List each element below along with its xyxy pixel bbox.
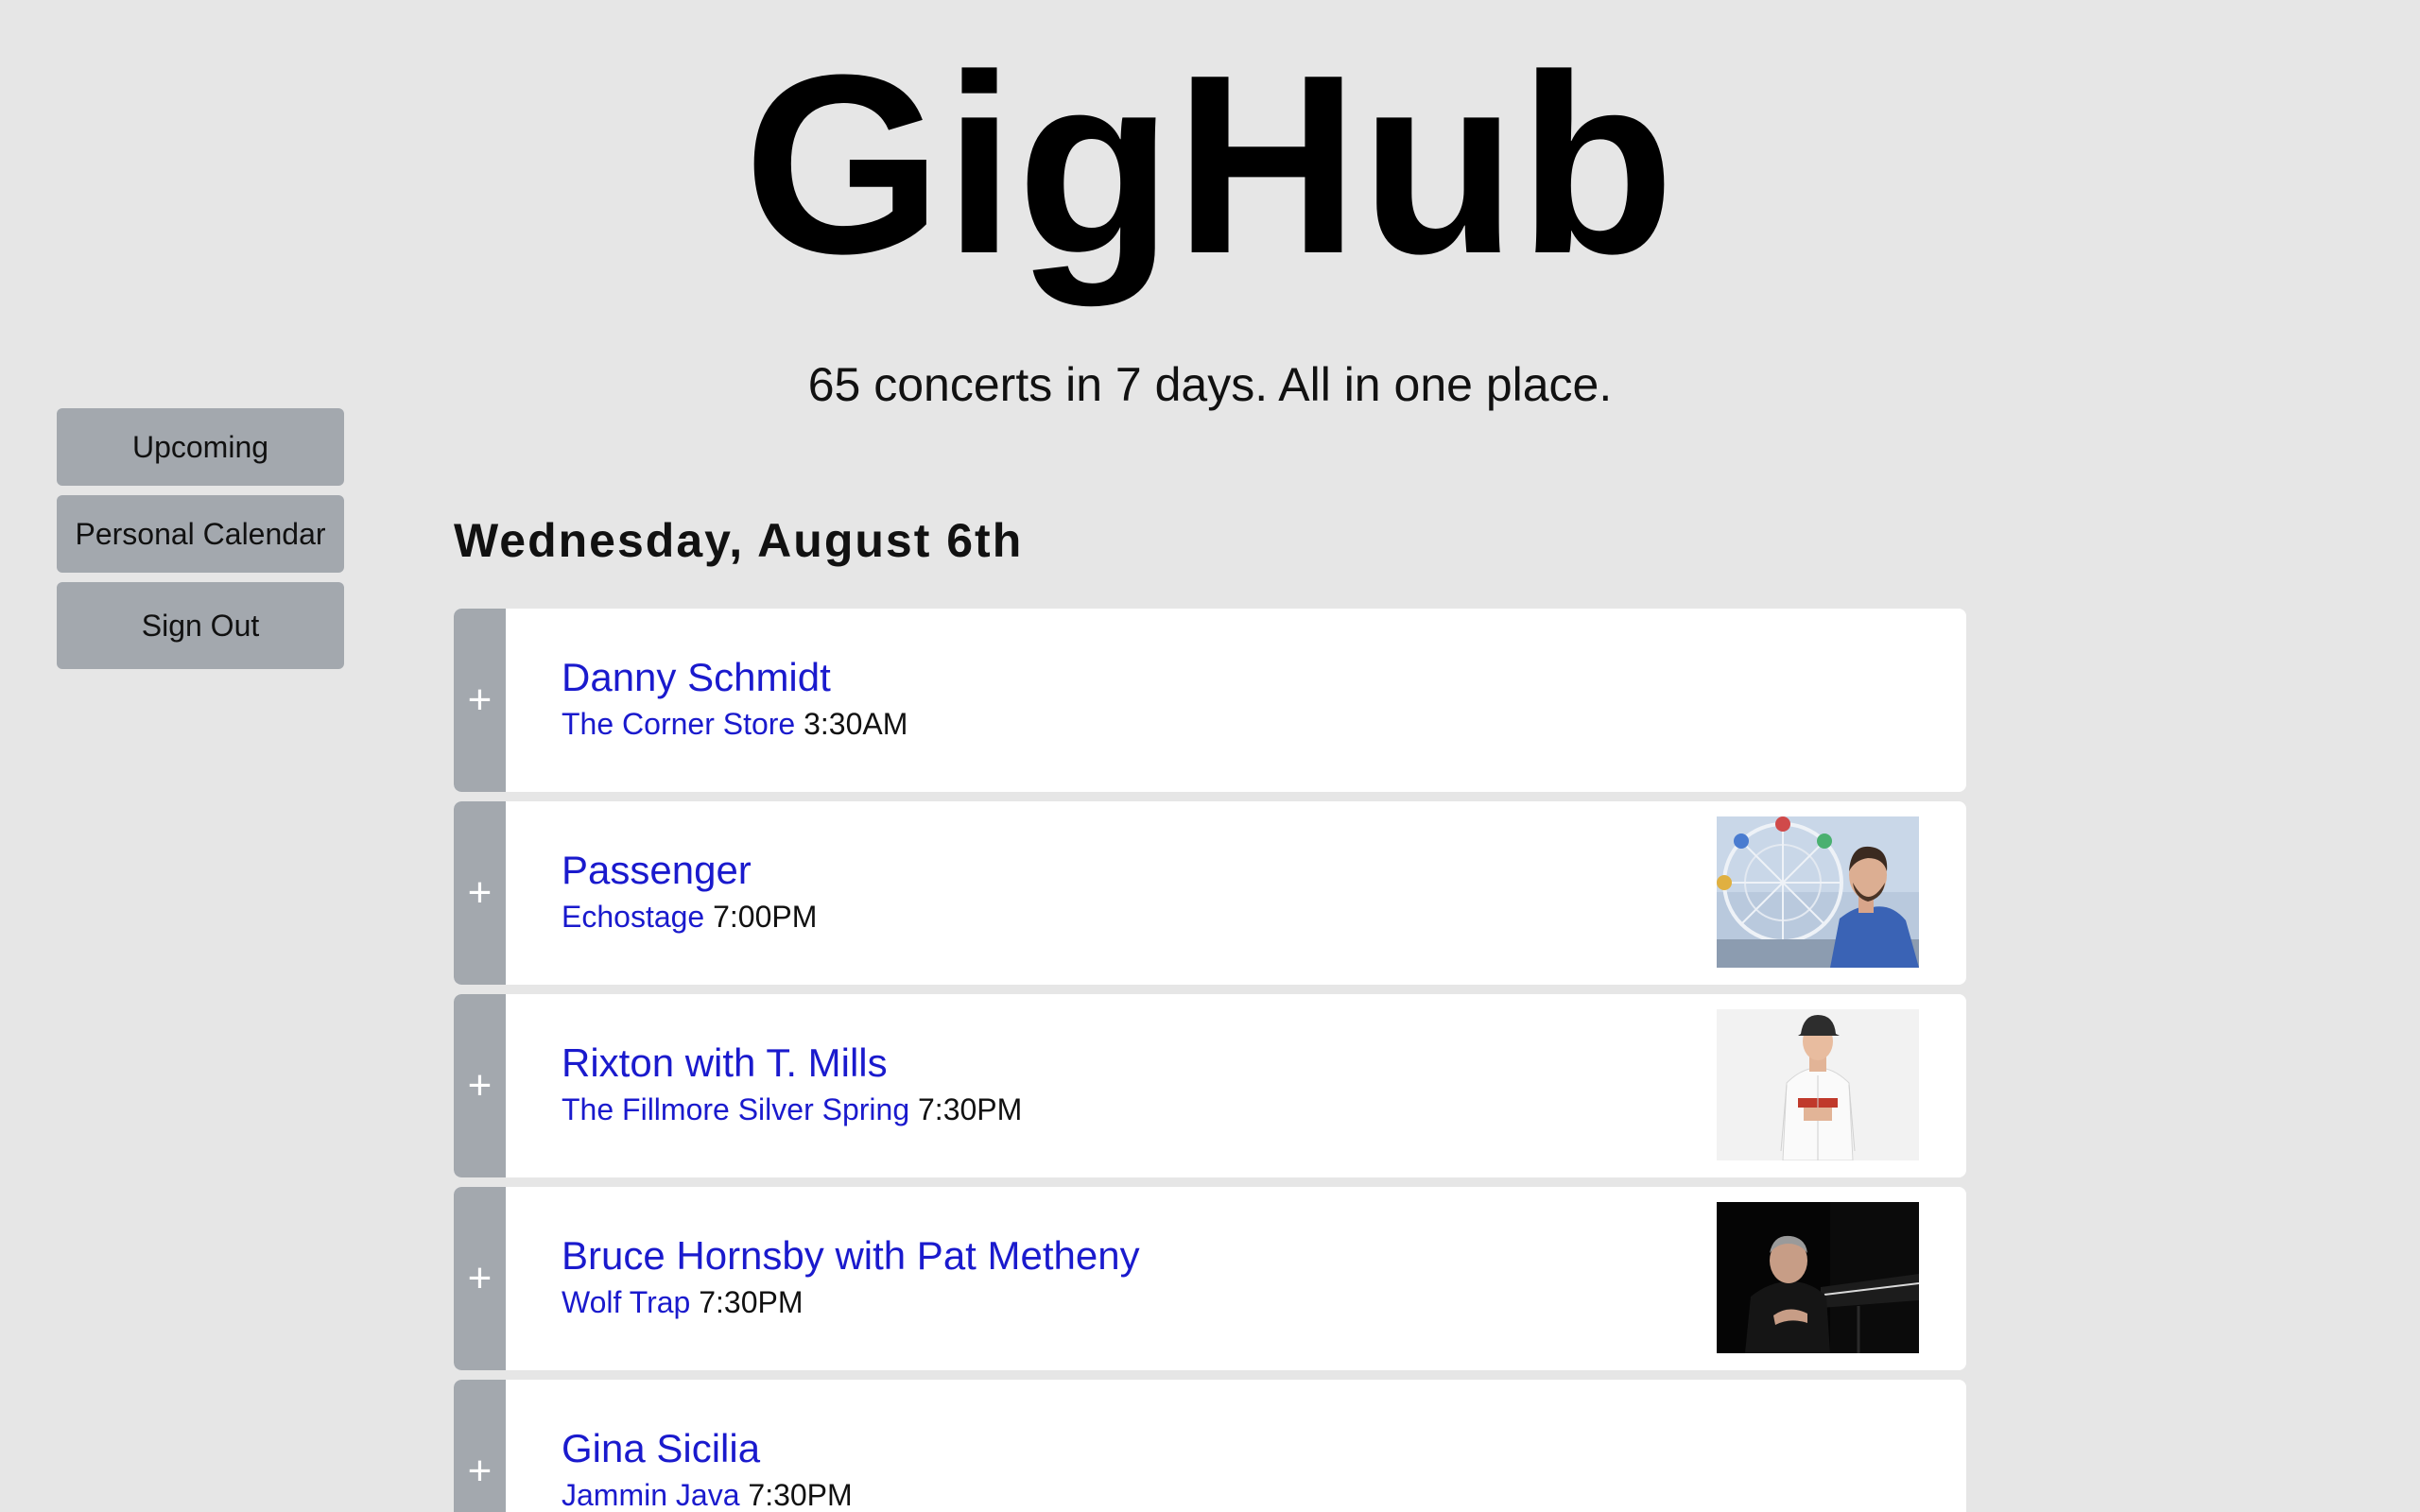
venue-link[interactable]: Echostage	[562, 900, 704, 934]
event-info: Bruce Hornsby with Pat Metheny Wolf Trap…	[562, 1233, 1140, 1320]
page: GigHub 65 concerts in 7 days. All in one…	[0, 0, 2420, 1512]
event-time: 7:30PM	[918, 1092, 1023, 1127]
add-to-calendar-button[interactable]: +	[454, 1187, 506, 1370]
event-info: Passenger Echostage 7:00PM	[562, 848, 817, 935]
event-time: 7:00PM	[713, 900, 818, 935]
venue-link[interactable]: The Fillmore Silver Spring	[562, 1092, 909, 1126]
event-card: + Danny Schmidt The Corner Store 3:30AM	[454, 609, 1966, 792]
venue-link[interactable]: The Corner Store	[562, 707, 795, 741]
personal-calendar-button[interactable]: Personal Calendar	[57, 495, 344, 573]
artist-photo[interactable]	[1717, 816, 1919, 968]
add-to-calendar-button[interactable]: +	[454, 994, 506, 1177]
event-meta: The Corner Store 3:30AM	[562, 707, 908, 742]
event-info: Danny Schmidt The Corner Store 3:30AM	[562, 655, 908, 742]
event-card: + Passenger Echostage 7:00PM	[454, 801, 1966, 985]
event-meta: Echostage 7:00PM	[562, 900, 817, 935]
upcoming-button[interactable]: Upcoming	[57, 408, 344, 486]
event-time: 7:30PM	[748, 1478, 853, 1512]
artist-link[interactable]: Danny Schmidt	[562, 655, 908, 699]
day-heading: Wednesday, August 6th	[454, 514, 1024, 567]
event-card: + Bruce Hornsby with Pat Metheny Wolf Tr…	[454, 1187, 1966, 1370]
add-to-calendar-button[interactable]: +	[454, 1380, 506, 1512]
sign-out-button[interactable]: Sign Out	[57, 582, 344, 669]
artist-photo[interactable]	[1717, 1202, 1919, 1353]
event-card: + Gina Sicilia Jammin Java 7:30PM	[454, 1380, 1966, 1512]
artist-photo[interactable]	[1717, 1009, 1919, 1160]
venue-link[interactable]: Wolf Trap	[562, 1285, 690, 1319]
event-card: + Rixton with T. Mills The Fillmore Silv…	[454, 994, 1966, 1177]
event-time: 7:30PM	[699, 1285, 804, 1320]
event-meta: Wolf Trap 7:30PM	[562, 1285, 1140, 1320]
event-info: Gina Sicilia Jammin Java 7:30PM	[562, 1426, 853, 1512]
event-meta: The Fillmore Silver Spring 7:30PM	[562, 1092, 1022, 1127]
add-to-calendar-button[interactable]: +	[454, 609, 506, 792]
add-to-calendar-button[interactable]: +	[454, 801, 506, 985]
event-list: + Danny Schmidt The Corner Store 3:30AM …	[454, 609, 1966, 1512]
event-info: Rixton with T. Mills The Fillmore Silver…	[562, 1040, 1022, 1127]
artist-link[interactable]: Passenger	[562, 848, 817, 892]
event-meta: Jammin Java 7:30PM	[562, 1478, 853, 1512]
artist-link[interactable]: Rixton with T. Mills	[562, 1040, 1022, 1085]
venue-link[interactable]: Jammin Java	[562, 1478, 740, 1512]
tagline: 65 concerts in 7 days. All in one place.	[807, 358, 1613, 411]
site-title: GigHub	[743, 23, 1677, 307]
event-time: 3:30AM	[804, 707, 908, 742]
artist-link[interactable]: Gina Sicilia	[562, 1426, 853, 1470]
sidebar-nav: Upcoming Personal Calendar Sign Out	[57, 408, 344, 679]
artist-link[interactable]: Bruce Hornsby with Pat Metheny	[562, 1233, 1140, 1278]
